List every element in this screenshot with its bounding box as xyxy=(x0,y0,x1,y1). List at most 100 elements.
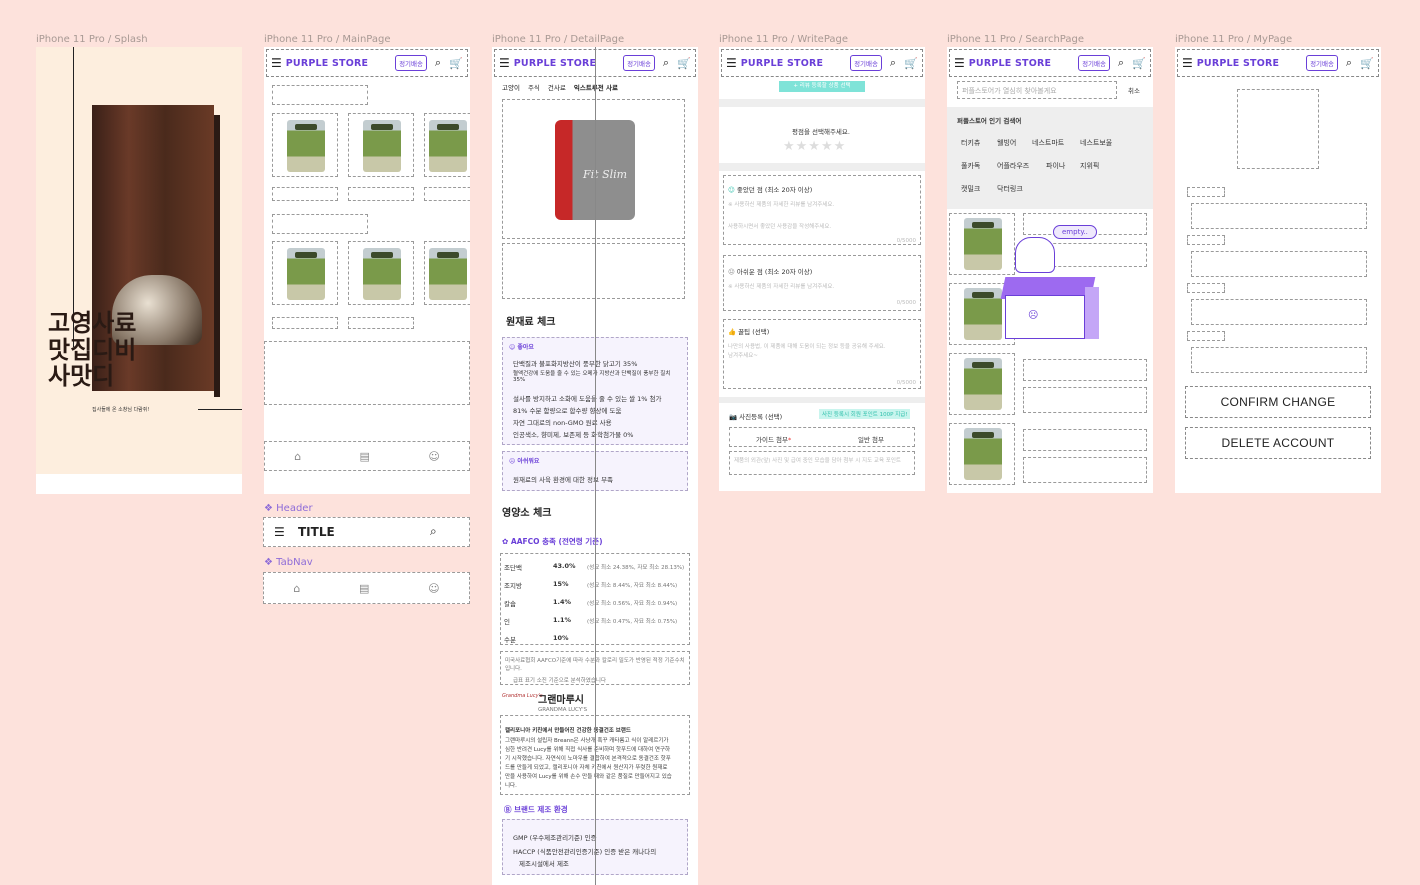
breadcrumb-item[interactable]: 건사료 xyxy=(548,82,566,92)
star-rating[interactable]: ★★★★★ xyxy=(783,139,846,154)
bad-label: ☹ 아쉬워요 xyxy=(509,458,540,465)
cart-icon[interactable]: 🛒 xyxy=(1360,57,1374,70)
result-card[interactable] xyxy=(949,353,1015,415)
product-card[interactable] xyxy=(348,113,414,177)
splash-line2: 맛집디비 xyxy=(48,335,137,364)
dog-illustration xyxy=(1015,237,1055,273)
keyword-chip[interactable]: 어플라우즈 xyxy=(997,161,1029,171)
search-icon[interactable]: ⌕ xyxy=(430,524,437,539)
search-icon[interactable]: ⌕ xyxy=(431,56,445,70)
input-field[interactable] xyxy=(1191,203,1367,229)
result-card[interactable] xyxy=(949,423,1015,485)
keyword-chip[interactable]: 파이나 xyxy=(1046,161,1065,171)
result-card[interactable] xyxy=(949,213,1015,275)
menu-icon[interactable]: ☰ xyxy=(271,56,282,70)
menu-icon[interactable]: ☰ xyxy=(499,56,510,70)
cart-icon[interactable]: 🛒 xyxy=(677,57,691,70)
menu-icon[interactable]: ☰ xyxy=(1182,56,1193,70)
guide-attach[interactable]: 가이드 첨부* xyxy=(756,434,791,444)
brand-logo[interactable]: PURPLE STORE xyxy=(969,58,1051,69)
menu-icon[interactable]: ☰ xyxy=(274,525,285,539)
brand-name: 그랜마루시 xyxy=(538,695,584,706)
frame-label-search: iPhone 11 Pro / SearchPage xyxy=(947,34,1084,45)
cat-icon[interactable]: ☺ xyxy=(428,582,439,595)
menu-icon[interactable]: ☰ xyxy=(726,56,737,70)
product-card[interactable] xyxy=(272,113,338,177)
good-label-text: 좋아요 xyxy=(517,344,534,351)
photo-label-text: 사진등록 (선택) xyxy=(739,413,783,421)
keyword-chip[interactable]: 네스트보울 xyxy=(1080,138,1112,148)
component-tabnav-text: TabNav xyxy=(276,557,313,568)
thumb-icon: 👍 xyxy=(728,328,737,336)
frame-label-write: iPhone 11 Pro / WritePage xyxy=(719,34,849,45)
splash-title: 고영사료 맛집디비 사맛디 xyxy=(48,309,136,390)
brand-logo[interactable]: PURPLE STORE xyxy=(741,58,823,69)
good-item: 혈액건강에 도움을 줄 수 있는 오메가 지방산과 단백질이 풍부한 칠치 35… xyxy=(513,371,671,383)
good-review-box[interactable]: ☺ 좋았던 점 (최소 20자 이상) ※ 사용하신 제품의 자세한 리뷰를 남… xyxy=(723,175,921,245)
brand-logo[interactable]: PURPLE STORE xyxy=(514,58,596,69)
subscription-pill[interactable]: 정기배송 xyxy=(850,55,882,71)
frame-label-main: iPhone 11 Pro / MainPage xyxy=(264,34,391,45)
splash-line1: 고영사료 xyxy=(48,308,137,337)
section-title-placeholder xyxy=(272,85,368,105)
list-icon[interactable]: ▤ xyxy=(359,582,369,595)
tip-box[interactable]: 👍 꿀팁 (선택) 나만의 사용법, 이 제품에 대해 도움이 되는 정보 등을… xyxy=(723,319,921,389)
product-card[interactable] xyxy=(424,113,470,177)
cat-icon[interactable]: ☺ xyxy=(428,450,439,463)
keyword-chip[interactable]: 캣밀크 xyxy=(961,184,980,194)
bad-review-box[interactable]: ☹ 아쉬운 점 (최소 20자 이상) ※ 사용하신 제품의 자세한 리뷰를 남… xyxy=(723,255,921,311)
product-card[interactable] xyxy=(424,241,470,305)
product-card[interactable] xyxy=(348,241,414,305)
keyword-chip[interactable]: 풀카독 xyxy=(961,161,980,171)
select-product-button[interactable]: + 리뷰 등록할 상품 선택 xyxy=(779,81,865,92)
home-icon[interactable]: ⌂ xyxy=(293,582,300,595)
bad-label-text: 아쉬워요 xyxy=(517,458,540,465)
keyword-chip[interactable]: 지위픽 xyxy=(1080,161,1099,171)
search-icon[interactable]: ⌕ xyxy=(886,56,900,70)
subscription-pill[interactable]: 정기배송 xyxy=(623,55,655,71)
good-review-title-text: 좋았던 점 (최소 20자 이상) xyxy=(736,186,813,194)
frame-label-detail: iPhone 11 Pro / DetailPage xyxy=(492,34,625,45)
brand-logo[interactable]: PURPLE STORE xyxy=(1197,58,1279,69)
smile-icon: ☺ xyxy=(728,186,735,194)
cart-icon[interactable]: 🛒 xyxy=(449,57,463,70)
brand-logo[interactable]: PURPLE STORE xyxy=(286,58,368,69)
keyword-chip[interactable]: 닥터링크 xyxy=(997,184,1023,194)
keyword-chip[interactable]: 네스트마트 xyxy=(1032,138,1064,148)
env-item: 제조시설에서 제조 xyxy=(519,860,569,868)
cart-icon[interactable]: 🛒 xyxy=(904,57,918,70)
delete-account-button[interactable]: DELETE ACCOUNT xyxy=(1185,427,1371,459)
nutrient-value: 43.0% xyxy=(553,562,576,570)
search-input[interactable]: 퍼플스토어가 열심히 찾아볼게요 xyxy=(957,81,1117,99)
input-field[interactable] xyxy=(1191,347,1367,373)
input-field[interactable] xyxy=(1191,251,1367,277)
splash-shadow xyxy=(214,115,220,397)
subscription-pill[interactable]: 정기배송 xyxy=(1306,55,1338,71)
search-icon[interactable]: ⌕ xyxy=(1114,56,1128,70)
product-card[interactable] xyxy=(272,241,338,305)
cancel-button[interactable]: 취소 xyxy=(1128,85,1140,95)
list-icon[interactable]: ▤ xyxy=(360,450,370,463)
search-icon[interactable]: ⌕ xyxy=(1342,56,1356,70)
normal-attach[interactable]: 일반 첨부 xyxy=(858,434,884,444)
product-image-area: Fit Slim xyxy=(502,99,685,239)
search-icon[interactable]: ⌕ xyxy=(659,56,673,70)
input-field[interactable] xyxy=(1191,299,1367,325)
subscription-pill[interactable]: 정기배송 xyxy=(395,55,427,71)
home-icon[interactable]: ⌂ xyxy=(294,450,301,463)
avatar[interactable] xyxy=(1237,89,1319,169)
good-item: 자연 그대로의 non-GMO 원료 사용 xyxy=(513,419,612,427)
subscription-pill[interactable]: 정기배송 xyxy=(1078,55,1110,71)
brand-body-line: 그랜마루시의 설립자 Breann은 사냥개 혹꾸 캐타롬고 식이 알레르기가 xyxy=(505,738,669,744)
keyword-chip[interactable]: 터키츄 xyxy=(961,138,980,148)
write-header: ☰ PURPLE STORE 정기배송 ⌕ 🛒 xyxy=(721,49,923,77)
divider xyxy=(719,163,925,171)
keyword-chip[interactable]: 웰빙어 xyxy=(997,138,1016,148)
menu-icon[interactable]: ☰ xyxy=(954,56,965,70)
breadcrumb-item[interactable]: 주식 xyxy=(528,82,540,92)
confirm-change-button[interactable]: CONFIRM CHANGE xyxy=(1185,386,1371,418)
breadcrumb-item[interactable]: 고양이 xyxy=(502,82,520,92)
field-label xyxy=(1187,283,1225,293)
cart-icon[interactable]: 🛒 xyxy=(1132,57,1146,70)
env-item: GMP (우수제조관리기준) 인증 xyxy=(513,834,597,842)
